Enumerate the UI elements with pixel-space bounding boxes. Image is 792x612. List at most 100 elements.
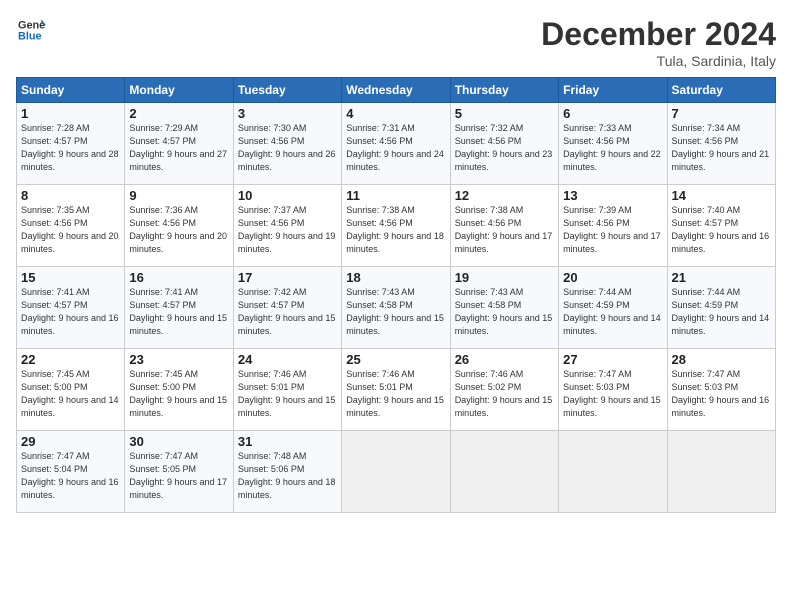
- day-number: 4: [346, 106, 445, 121]
- table-row: 29 Sunrise: 7:47 AMSunset: 5:04 PMDaylig…: [17, 431, 125, 513]
- table-row: 2 Sunrise: 7:29 AMSunset: 4:57 PMDayligh…: [125, 103, 233, 185]
- day-info: Sunrise: 7:38 AMSunset: 4:56 PMDaylight:…: [346, 204, 445, 256]
- day-info: Sunrise: 7:34 AMSunset: 4:56 PMDaylight:…: [672, 122, 771, 174]
- day-info: Sunrise: 7:47 AMSunset: 5:03 PMDaylight:…: [563, 368, 662, 420]
- day-info: Sunrise: 7:38 AMSunset: 4:56 PMDaylight:…: [455, 204, 554, 256]
- day-info: Sunrise: 7:41 AMSunset: 4:57 PMDaylight:…: [21, 286, 120, 338]
- day-info: Sunrise: 7:29 AMSunset: 4:57 PMDaylight:…: [129, 122, 228, 174]
- table-row: [450, 431, 558, 513]
- day-info: Sunrise: 7:45 AMSunset: 5:00 PMDaylight:…: [21, 368, 120, 420]
- table-row: 28 Sunrise: 7:47 AMSunset: 5:03 PMDaylig…: [667, 349, 775, 431]
- location: Tula, Sardinia, Italy: [541, 53, 776, 69]
- table-row: 19 Sunrise: 7:43 AMSunset: 4:58 PMDaylig…: [450, 267, 558, 349]
- col-wednesday: Wednesday: [342, 78, 450, 103]
- day-number: 22: [21, 352, 120, 367]
- day-info: Sunrise: 7:31 AMSunset: 4:56 PMDaylight:…: [346, 122, 445, 174]
- col-tuesday: Tuesday: [233, 78, 341, 103]
- day-number: 21: [672, 270, 771, 285]
- day-info: Sunrise: 7:44 AMSunset: 4:59 PMDaylight:…: [672, 286, 771, 338]
- day-number: 19: [455, 270, 554, 285]
- day-info: Sunrise: 7:41 AMSunset: 4:57 PMDaylight:…: [129, 286, 228, 338]
- day-number: 23: [129, 352, 228, 367]
- day-number: 6: [563, 106, 662, 121]
- table-row: 22 Sunrise: 7:45 AMSunset: 5:00 PMDaylig…: [17, 349, 125, 431]
- day-number: 20: [563, 270, 662, 285]
- table-row: [342, 431, 450, 513]
- table-row: 3 Sunrise: 7:30 AMSunset: 4:56 PMDayligh…: [233, 103, 341, 185]
- day-number: 3: [238, 106, 337, 121]
- day-number: 15: [21, 270, 120, 285]
- day-number: 27: [563, 352, 662, 367]
- day-number: 8: [21, 188, 120, 203]
- day-info: Sunrise: 7:47 AMSunset: 5:04 PMDaylight:…: [21, 450, 120, 502]
- table-row: 24 Sunrise: 7:46 AMSunset: 5:01 PMDaylig…: [233, 349, 341, 431]
- table-row: 15 Sunrise: 7:41 AMSunset: 4:57 PMDaylig…: [17, 267, 125, 349]
- table-row: 13 Sunrise: 7:39 AMSunset: 4:56 PMDaylig…: [559, 185, 667, 267]
- table-row: 21 Sunrise: 7:44 AMSunset: 4:59 PMDaylig…: [667, 267, 775, 349]
- svg-text:Blue: Blue: [18, 30, 42, 42]
- col-friday: Friday: [559, 78, 667, 103]
- day-info: Sunrise: 7:43 AMSunset: 4:58 PMDaylight:…: [455, 286, 554, 338]
- day-info: Sunrise: 7:46 AMSunset: 5:01 PMDaylight:…: [238, 368, 337, 420]
- day-number: 11: [346, 188, 445, 203]
- day-info: Sunrise: 7:46 AMSunset: 5:02 PMDaylight:…: [455, 368, 554, 420]
- month-title: December 2024: [541, 16, 776, 53]
- day-info: Sunrise: 7:47 AMSunset: 5:03 PMDaylight:…: [672, 368, 771, 420]
- table-row: [559, 431, 667, 513]
- day-info: Sunrise: 7:48 AMSunset: 5:06 PMDaylight:…: [238, 450, 337, 502]
- table-row: 16 Sunrise: 7:41 AMSunset: 4:57 PMDaylig…: [125, 267, 233, 349]
- day-info: Sunrise: 7:44 AMSunset: 4:59 PMDaylight:…: [563, 286, 662, 338]
- table-row: 31 Sunrise: 7:48 AMSunset: 5:06 PMDaylig…: [233, 431, 341, 513]
- day-number: 12: [455, 188, 554, 203]
- day-number: 18: [346, 270, 445, 285]
- day-info: Sunrise: 7:33 AMSunset: 4:56 PMDaylight:…: [563, 122, 662, 174]
- day-number: 7: [672, 106, 771, 121]
- table-row: 4 Sunrise: 7:31 AMSunset: 4:56 PMDayligh…: [342, 103, 450, 185]
- day-info: Sunrise: 7:37 AMSunset: 4:56 PMDaylight:…: [238, 204, 337, 256]
- table-row: 18 Sunrise: 7:43 AMSunset: 4:58 PMDaylig…: [342, 267, 450, 349]
- table-row: [667, 431, 775, 513]
- day-number: 26: [455, 352, 554, 367]
- table-row: 26 Sunrise: 7:46 AMSunset: 5:02 PMDaylig…: [450, 349, 558, 431]
- table-row: 25 Sunrise: 7:46 AMSunset: 5:01 PMDaylig…: [342, 349, 450, 431]
- day-info: Sunrise: 7:39 AMSunset: 4:56 PMDaylight:…: [563, 204, 662, 256]
- day-info: Sunrise: 7:45 AMSunset: 5:00 PMDaylight:…: [129, 368, 228, 420]
- day-info: Sunrise: 7:35 AMSunset: 4:56 PMDaylight:…: [21, 204, 120, 256]
- logo: General Blue: [16, 16, 46, 49]
- day-number: 14: [672, 188, 771, 203]
- day-info: Sunrise: 7:30 AMSunset: 4:56 PMDaylight:…: [238, 122, 337, 174]
- table-row: 30 Sunrise: 7:47 AMSunset: 5:05 PMDaylig…: [125, 431, 233, 513]
- day-info: Sunrise: 7:42 AMSunset: 4:57 PMDaylight:…: [238, 286, 337, 338]
- table-row: 27 Sunrise: 7:47 AMSunset: 5:03 PMDaylig…: [559, 349, 667, 431]
- day-number: 2: [129, 106, 228, 121]
- table-row: 20 Sunrise: 7:44 AMSunset: 4:59 PMDaylig…: [559, 267, 667, 349]
- table-row: 23 Sunrise: 7:45 AMSunset: 5:00 PMDaylig…: [125, 349, 233, 431]
- day-number: 29: [21, 434, 120, 449]
- table-row: 14 Sunrise: 7:40 AMSunset: 4:57 PMDaylig…: [667, 185, 775, 267]
- table-row: 7 Sunrise: 7:34 AMSunset: 4:56 PMDayligh…: [667, 103, 775, 185]
- day-info: Sunrise: 7:28 AMSunset: 4:57 PMDaylight:…: [21, 122, 120, 174]
- day-info: Sunrise: 7:46 AMSunset: 5:01 PMDaylight:…: [346, 368, 445, 420]
- day-info: Sunrise: 7:32 AMSunset: 4:56 PMDaylight:…: [455, 122, 554, 174]
- col-saturday: Saturday: [667, 78, 775, 103]
- day-number: 24: [238, 352, 337, 367]
- day-number: 10: [238, 188, 337, 203]
- day-info: Sunrise: 7:47 AMSunset: 5:05 PMDaylight:…: [129, 450, 228, 502]
- table-row: 10 Sunrise: 7:37 AMSunset: 4:56 PMDaylig…: [233, 185, 341, 267]
- day-number: 1: [21, 106, 120, 121]
- col-thursday: Thursday: [450, 78, 558, 103]
- day-number: 16: [129, 270, 228, 285]
- day-number: 25: [346, 352, 445, 367]
- day-number: 30: [129, 434, 228, 449]
- day-info: Sunrise: 7:43 AMSunset: 4:58 PMDaylight:…: [346, 286, 445, 338]
- table-row: 17 Sunrise: 7:42 AMSunset: 4:57 PMDaylig…: [233, 267, 341, 349]
- table-row: 9 Sunrise: 7:36 AMSunset: 4:56 PMDayligh…: [125, 185, 233, 267]
- table-row: 6 Sunrise: 7:33 AMSunset: 4:56 PMDayligh…: [559, 103, 667, 185]
- col-monday: Monday: [125, 78, 233, 103]
- table-row: 8 Sunrise: 7:35 AMSunset: 4:56 PMDayligh…: [17, 185, 125, 267]
- table-row: 11 Sunrise: 7:38 AMSunset: 4:56 PMDaylig…: [342, 185, 450, 267]
- col-sunday: Sunday: [17, 78, 125, 103]
- table-row: 5 Sunrise: 7:32 AMSunset: 4:56 PMDayligh…: [450, 103, 558, 185]
- day-number: 31: [238, 434, 337, 449]
- day-number: 9: [129, 188, 228, 203]
